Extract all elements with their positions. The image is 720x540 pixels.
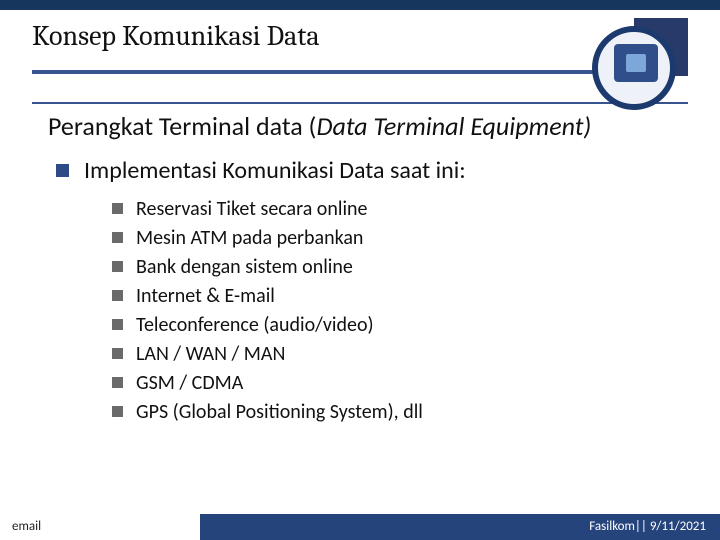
divider-thick xyxy=(32,70,688,74)
list-item-label: Reservasi Tiket secara online xyxy=(136,197,368,221)
section-text-italic: Data Terminal Equipment) xyxy=(316,110,591,142)
top-accent-bar xyxy=(0,0,720,10)
list-item: Internet & E-mail xyxy=(112,282,680,311)
logo-center-icon xyxy=(626,54,646,72)
bullet-list-level2: Reservasi Tiket secara online Mesin ATM … xyxy=(112,195,680,427)
list-item: Implementasi Komunikasi Data saat ini: R… xyxy=(56,156,680,427)
list-item-label: Mesin ATM pada perbankan xyxy=(136,226,363,250)
bullet-list-level1: Implementasi Komunikasi Data saat ini: R… xyxy=(56,156,680,427)
list-item: LAN / WAN / MAN xyxy=(112,340,680,369)
slide-footer: email Fasilkom|| 9/11/2021 xyxy=(0,514,720,540)
footer-left: email xyxy=(0,514,200,540)
list-item-label: Implementasi Komunikasi Data saat ini: xyxy=(84,156,466,185)
list-item: Reservasi Tiket secara online xyxy=(112,195,680,224)
section-heading: Perangkat Terminal data (Data Terminal E… xyxy=(48,112,680,142)
list-item-label: GSM / CDMA xyxy=(136,371,243,395)
list-item-label: Bank dengan sistem online xyxy=(136,255,353,279)
list-item: GSM / CDMA xyxy=(112,369,680,398)
divider-thin xyxy=(32,102,688,104)
footer-right: Fasilkom|| 9/11/2021 xyxy=(200,514,720,540)
section-text-plain: Perangkat Terminal data ( xyxy=(48,110,316,142)
slide-content: Perangkat Terminal data (Data Terminal E… xyxy=(48,112,680,435)
list-item: Mesin ATM pada perbankan xyxy=(112,224,680,253)
list-item: Teleconference (audio/video) xyxy=(112,311,680,340)
list-item-label: Internet & E-mail xyxy=(136,284,275,308)
slide: Konsep Komunikasi Data Perangkat Termina… xyxy=(0,0,720,540)
list-item-label: Teleconference (audio/video) xyxy=(136,313,374,337)
list-item: Bank dengan sistem online xyxy=(112,253,680,282)
list-item-label: LAN / WAN / MAN xyxy=(136,342,285,366)
slide-header: Konsep Komunikasi Data xyxy=(0,10,720,52)
university-logo xyxy=(592,18,688,114)
list-item-label: GPS (Global Positioning System), dll xyxy=(136,400,423,424)
list-item: GPS (Global Positioning System), dll xyxy=(112,398,680,427)
